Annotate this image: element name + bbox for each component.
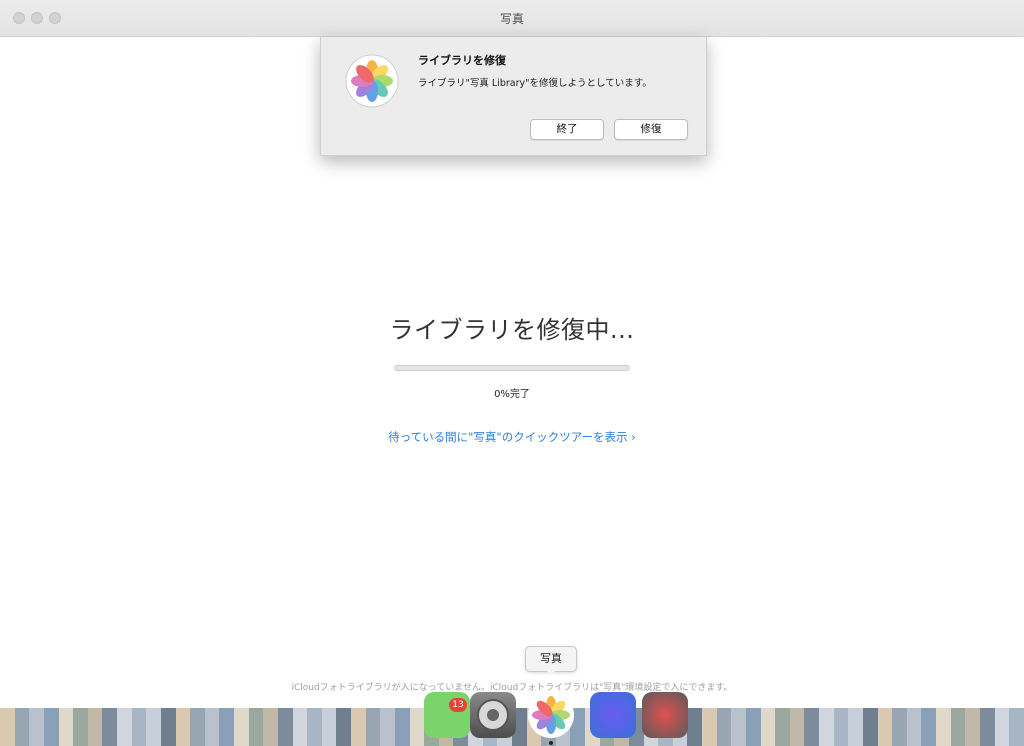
dock-background-tile bbox=[1009, 708, 1024, 746]
repair-alert-sheet: ライブラリを修復 ライブラリ"写真 Library"を修復しようとしています。 … bbox=[320, 37, 707, 156]
dock-background-tile bbox=[117, 708, 132, 746]
quit-button[interactable]: 終了 bbox=[530, 119, 604, 140]
dock-background-tile bbox=[906, 708, 922, 746]
dock-background-tile bbox=[409, 708, 425, 746]
dock-background-tile bbox=[716, 708, 732, 746]
dock-background-tile bbox=[380, 708, 395, 746]
dock-background-tile bbox=[365, 708, 381, 746]
running-indicator bbox=[549, 741, 553, 745]
app-icon[interactable] bbox=[642, 692, 688, 738]
dock-background-tile bbox=[58, 708, 74, 746]
dock-background-tile bbox=[336, 708, 351, 746]
dock-background-tile bbox=[29, 708, 44, 746]
dock-background-tile bbox=[43, 708, 59, 746]
dock-background-tile bbox=[687, 708, 702, 746]
notification-badge: 13 bbox=[449, 698, 467, 712]
gear-icon bbox=[477, 699, 509, 731]
dock-background-tile bbox=[745, 708, 761, 746]
dock-background-tile bbox=[87, 708, 103, 746]
dock-background-tile bbox=[131, 708, 147, 746]
dock-background-tile bbox=[819, 708, 834, 746]
alert-message: ライブラリ"写真 Library"を修復しようとしています。 bbox=[418, 78, 652, 89]
quick-tour-link[interactable]: 待っている間に"写真"のクイックツアーを表示 › bbox=[0, 429, 1024, 445]
dock-background-tile bbox=[760, 708, 776, 746]
dock-background-tile bbox=[146, 708, 161, 746]
dock-background-tile bbox=[892, 708, 907, 746]
dock-background-tile bbox=[277, 708, 293, 746]
dock-background-tile bbox=[950, 708, 966, 746]
dock-background-tile bbox=[219, 708, 234, 746]
dock-background-tile bbox=[263, 708, 278, 746]
dock-background-tile bbox=[204, 708, 220, 746]
dock-background-tile bbox=[994, 708, 1010, 746]
dock-background-tile bbox=[234, 708, 249, 746]
dock-background-tile bbox=[160, 708, 176, 746]
progress-label: 0%完了 bbox=[494, 389, 530, 400]
title-bar: 写真 bbox=[0, 0, 1024, 37]
dock-background-tile bbox=[921, 708, 936, 746]
tooltip-arrow bbox=[545, 669, 557, 675]
dock-background-tile bbox=[307, 708, 322, 746]
dock-background-tile bbox=[979, 708, 995, 746]
dock-background-tile bbox=[862, 708, 878, 746]
dock-background-tile bbox=[775, 708, 790, 746]
alert-title: ライブラリを修復 bbox=[418, 54, 506, 67]
dock-background-tile bbox=[73, 708, 88, 746]
photos-app-icon[interactable] bbox=[528, 692, 574, 738]
dock-background-tile bbox=[175, 708, 191, 746]
dock-background-tile bbox=[190, 708, 205, 746]
dock-background-tile bbox=[848, 708, 863, 746]
dock-background-tile bbox=[102, 708, 117, 746]
dock-background-tile bbox=[833, 708, 849, 746]
dock-background-tile bbox=[394, 708, 410, 746]
repairing-heading: ライブラリを修復中... bbox=[389, 316, 635, 344]
repair-progress-bar bbox=[394, 365, 630, 371]
dock-background-tile bbox=[804, 708, 819, 746]
dock-background-tile bbox=[14, 708, 30, 746]
repair-button[interactable]: 修復 bbox=[614, 119, 688, 140]
dock-background-tile bbox=[877, 708, 893, 746]
window-title: 写真 bbox=[499, 12, 524, 26]
dock-background-tile bbox=[731, 708, 746, 746]
dock-background-tile bbox=[702, 708, 717, 746]
dock-background-tile bbox=[789, 708, 805, 746]
dock-background-tile bbox=[248, 708, 264, 746]
photos-app-icon bbox=[345, 54, 399, 108]
dock-background-tile bbox=[965, 708, 980, 746]
photos-window: 写真 ライブラリを修復 ライブラリ"写真 Library"を修復しようとしていま… bbox=[0, 0, 1024, 710]
dock-background-tile bbox=[0, 708, 15, 746]
system-preferences-icon[interactable] bbox=[470, 692, 516, 738]
app-icon[interactable] bbox=[590, 692, 636, 738]
dock-background-tile bbox=[351, 708, 366, 746]
dock-background-tile bbox=[292, 708, 308, 746]
dock-background-tile bbox=[936, 708, 951, 746]
dock-background-tile bbox=[321, 708, 337, 746]
